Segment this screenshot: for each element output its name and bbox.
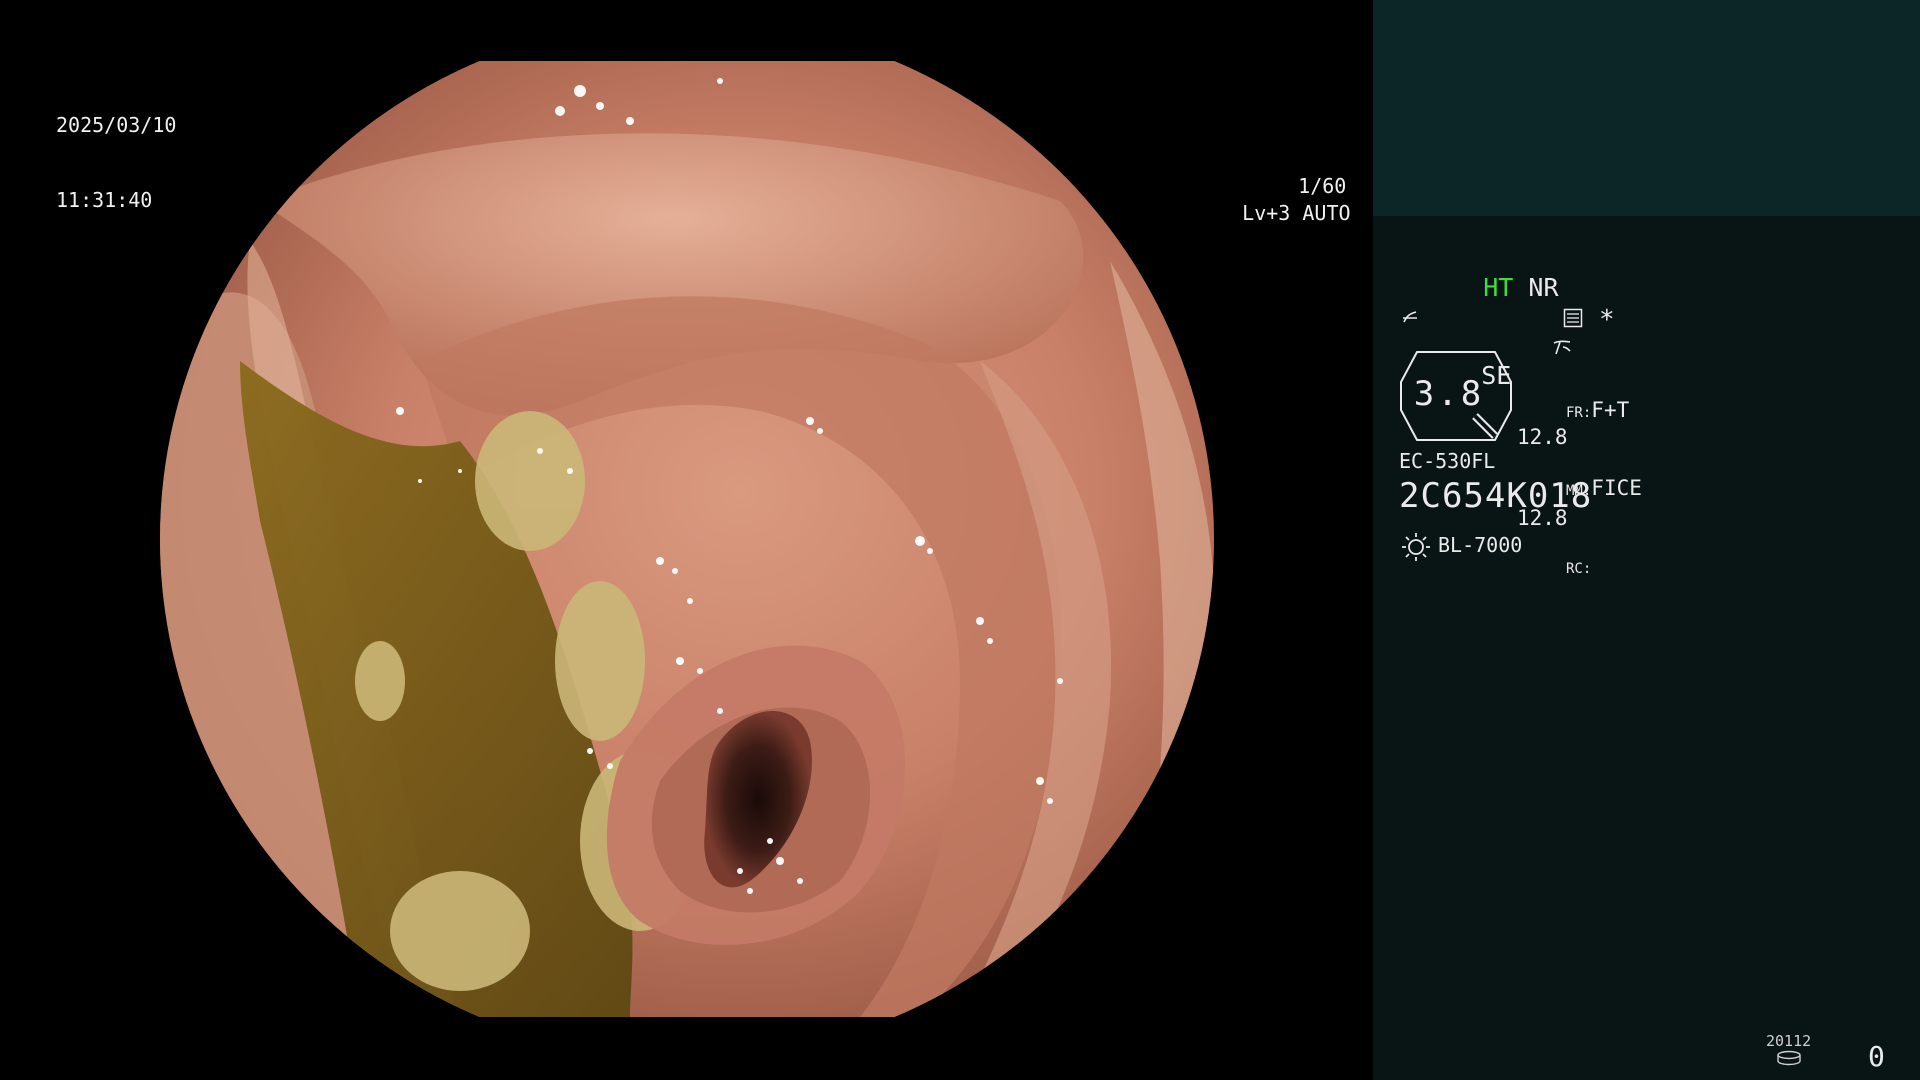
light-source-text: BL-7000 xyxy=(1438,533,1523,557)
gamma-icon xyxy=(1401,306,1421,332)
endoscope-view xyxy=(160,61,1215,1017)
endoscope-image-area: 2025/03/10 11:31:40 1/60 Lv+3 AUTO xyxy=(0,0,1442,1080)
info-panel: HT NR SE * 3.8 12.8 12.8 FR:F+T MM:FICE … xyxy=(1373,0,1920,1080)
nr-label: NR xyxy=(1528,273,1559,302)
level-text: Lv+3 xyxy=(1242,201,1291,225)
mm-value: FICE xyxy=(1591,476,1642,500)
exposure-mode-text: AUTO xyxy=(1302,201,1351,225)
fr-key: FR: xyxy=(1566,405,1592,421)
counter-code-text: 20112 xyxy=(1766,1032,1812,1050)
scope-serial-text: 2C654K018 xyxy=(1399,476,1593,516)
menu-list-icon xyxy=(1563,308,1583,332)
time-text: 11:31:40 xyxy=(56,188,153,212)
zoom-value-1: 12.8 xyxy=(1517,425,1568,449)
colon-lumen-image xyxy=(160,61,1214,1017)
fr-value: F+T xyxy=(1591,398,1630,422)
zoom-value-text: 3.8 xyxy=(1413,374,1485,414)
light-source-icon xyxy=(1401,532,1431,566)
exposure-readout: Lv+3 AUTO xyxy=(1194,127,1442,251)
iris-icon xyxy=(1354,152,1442,196)
zoom-indicator: 3.8 xyxy=(1399,350,1513,442)
structure-icon xyxy=(1461,304,1571,355)
scope-model-text: EC-530FL xyxy=(1399,449,1496,473)
storage-icon xyxy=(1775,1050,1803,1070)
color-mode-text: * xyxy=(1599,305,1615,335)
datetime-overlay: 2025/03/10 11:31:40 xyxy=(56,63,176,263)
date-text: 2025/03/10 xyxy=(56,113,177,137)
rc-key: RC: xyxy=(1566,561,1592,577)
counter-value-text: 0 xyxy=(1868,1040,1885,1073)
info-panel-header-area xyxy=(1373,0,1920,216)
fr-row: FR:F+T xyxy=(1566,398,1642,426)
rc-row: RC: xyxy=(1566,554,1642,582)
